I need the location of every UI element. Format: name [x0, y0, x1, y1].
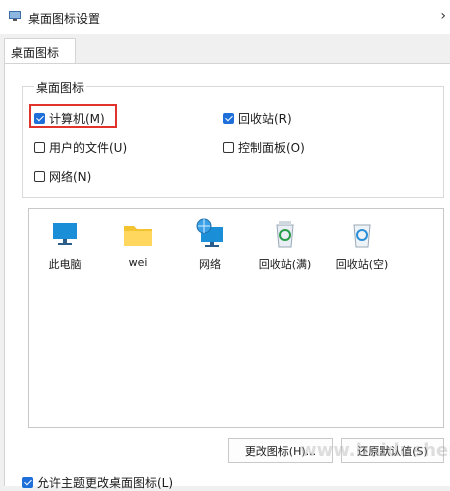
- checkbox-allow-theme-label: 允许主题更改桌面图标(L): [37, 476, 174, 490]
- checkbox-network-label: 网络(N): [49, 170, 92, 184]
- checkbox-control-panel-box[interactable]: [223, 142, 234, 153]
- window-title: 桌面图标设置: [28, 12, 101, 26]
- list-item-network[interactable]: 网络: [175, 216, 245, 272]
- checkbox-recycle-bin[interactable]: 回收站(R): [223, 110, 292, 127]
- checkbox-network[interactable]: 网络(N): [34, 168, 91, 185]
- list-item-label: 回收站(满): [258, 258, 312, 271]
- checkbox-allow-theme-box[interactable]: [22, 477, 33, 488]
- list-item-recycle-full[interactable]: 回收站(满): [250, 216, 320, 272]
- checkbox-control-panel-label: 控制面板(O): [238, 141, 305, 155]
- monitor-icon: [53, 223, 77, 245]
- checkbox-user-files-label: 用户的文件(U): [49, 141, 128, 155]
- list-item-label: 回收站(空): [335, 258, 389, 271]
- list-item-label: 网络: [199, 258, 221, 271]
- recycle-bin-empty-icon: [353, 224, 371, 248]
- watermark: www.baidushenq.com: [300, 440, 450, 461]
- checkbox-recycle-bin-label: 回收站(R): [238, 112, 292, 126]
- folder-icon: [124, 226, 152, 246]
- tab-desktop-icons[interactable]: 桌面图标: [4, 38, 76, 64]
- close-icon[interactable]: ›: [440, 8, 446, 24]
- title-bar: 桌面图标设置 ›: [0, 0, 450, 34]
- recycle-bin-full-icon: [276, 221, 294, 248]
- list-item-label: 此电脑: [48, 258, 82, 271]
- red-highlight-box: [29, 104, 117, 128]
- list-item-recycle-empty[interactable]: 回收站(空): [327, 216, 397, 272]
- checkbox-allow-theme[interactable]: 允许主题更改桌面图标(L): [22, 474, 173, 491]
- checkbox-user-files-box[interactable]: [34, 142, 45, 153]
- desktop-icon-settings-icon: [9, 11, 21, 21]
- list-item-this-pc[interactable]: 此电脑: [30, 216, 100, 272]
- group-title: 桌面图标: [34, 79, 87, 96]
- list-item-wei[interactable]: wei: [103, 216, 173, 269]
- checkbox-network-box[interactable]: [34, 171, 45, 182]
- list-item-label: wei: [128, 256, 148, 269]
- network-icon: [196, 218, 223, 247]
- checkbox-recycle-bin-box[interactable]: [223, 113, 234, 124]
- checkbox-control-panel[interactable]: 控制面板(O): [223, 139, 305, 156]
- checkbox-user-files[interactable]: 用户的文件(U): [34, 139, 127, 156]
